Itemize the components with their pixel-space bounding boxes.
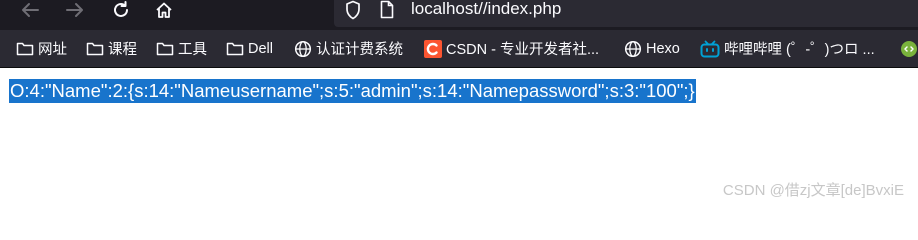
bookmark-label: CSDN - 专业开发者社...	[446, 42, 600, 58]
reload-button[interactable]	[106, 0, 136, 20]
bookmark-folder-kecheng[interactable]: 课程	[86, 30, 137, 67]
folder-icon	[16, 41, 34, 56]
folder-icon	[86, 41, 104, 56]
bookmarks-bar: 网址 课程 工具 Dell 认证计费系统 CSDN - 专业开发者社... He…	[0, 30, 918, 68]
home-icon	[156, 2, 172, 18]
bookmark-label: 工具	[178, 42, 207, 58]
bookmark-auth-billing[interactable]: 认证计费系统	[294, 30, 403, 67]
arrow-right-icon	[66, 3, 83, 17]
bookmark-folder-gongju[interactable]: 工具	[156, 30, 207, 67]
home-button[interactable]	[149, 0, 179, 20]
folder-icon	[226, 41, 244, 56]
csdn-icon	[424, 39, 442, 58]
forward-button[interactable]	[60, 0, 90, 20]
bookmark-hexo[interactable]: Hexo	[624, 30, 680, 67]
serialized-output-selected[interactable]: O:4:"Name":2:{s:14:"Nameusername";s:5:"a…	[9, 79, 696, 103]
bookmark-label: 认证计费系统	[316, 42, 403, 58]
globe-icon	[294, 40, 312, 58]
bookmark-label: 哔哩哔哩 (゜-゜)つロ ...	[724, 42, 875, 58]
bilibili-icon	[700, 40, 720, 58]
page-icon[interactable]	[379, 0, 395, 20]
partial-favicon-icon	[899, 40, 918, 58]
bookmark-overflow-partial[interactable]	[899, 30, 918, 67]
browser-toolbar: localhost//index.php	[0, 0, 918, 30]
bookmark-bilibili[interactable]: 哔哩哔哩 (゜-゜)つロ ...	[700, 30, 875, 67]
bookmark-label: Dell	[248, 40, 273, 57]
csdn-watermark: CSDN @借zj文章[de]BvxiE	[722, 182, 904, 199]
bookmark-folder-dell[interactable]: Dell	[226, 30, 273, 67]
back-button[interactable]	[15, 0, 45, 20]
page-content: O:4:"Name":2:{s:14:"Nameusername";s:5:"a…	[0, 68, 918, 211]
reload-icon	[114, 1, 128, 17]
bookmark-folder-wangzhi[interactable]: 网址	[16, 30, 67, 67]
bookmark-csdn[interactable]: CSDN - 专业开发者社...	[424, 30, 599, 67]
globe-icon	[624, 40, 642, 58]
folder-icon	[156, 41, 174, 56]
bookmark-label: 课程	[108, 42, 137, 58]
bookmark-label: Hexo	[646, 40, 680, 57]
bookmark-label: 网址	[38, 42, 67, 58]
shield-icon[interactable]	[344, 0, 362, 20]
url-text[interactable]: localhost//index.php	[411, 0, 561, 19]
arrow-left-icon	[22, 3, 39, 17]
